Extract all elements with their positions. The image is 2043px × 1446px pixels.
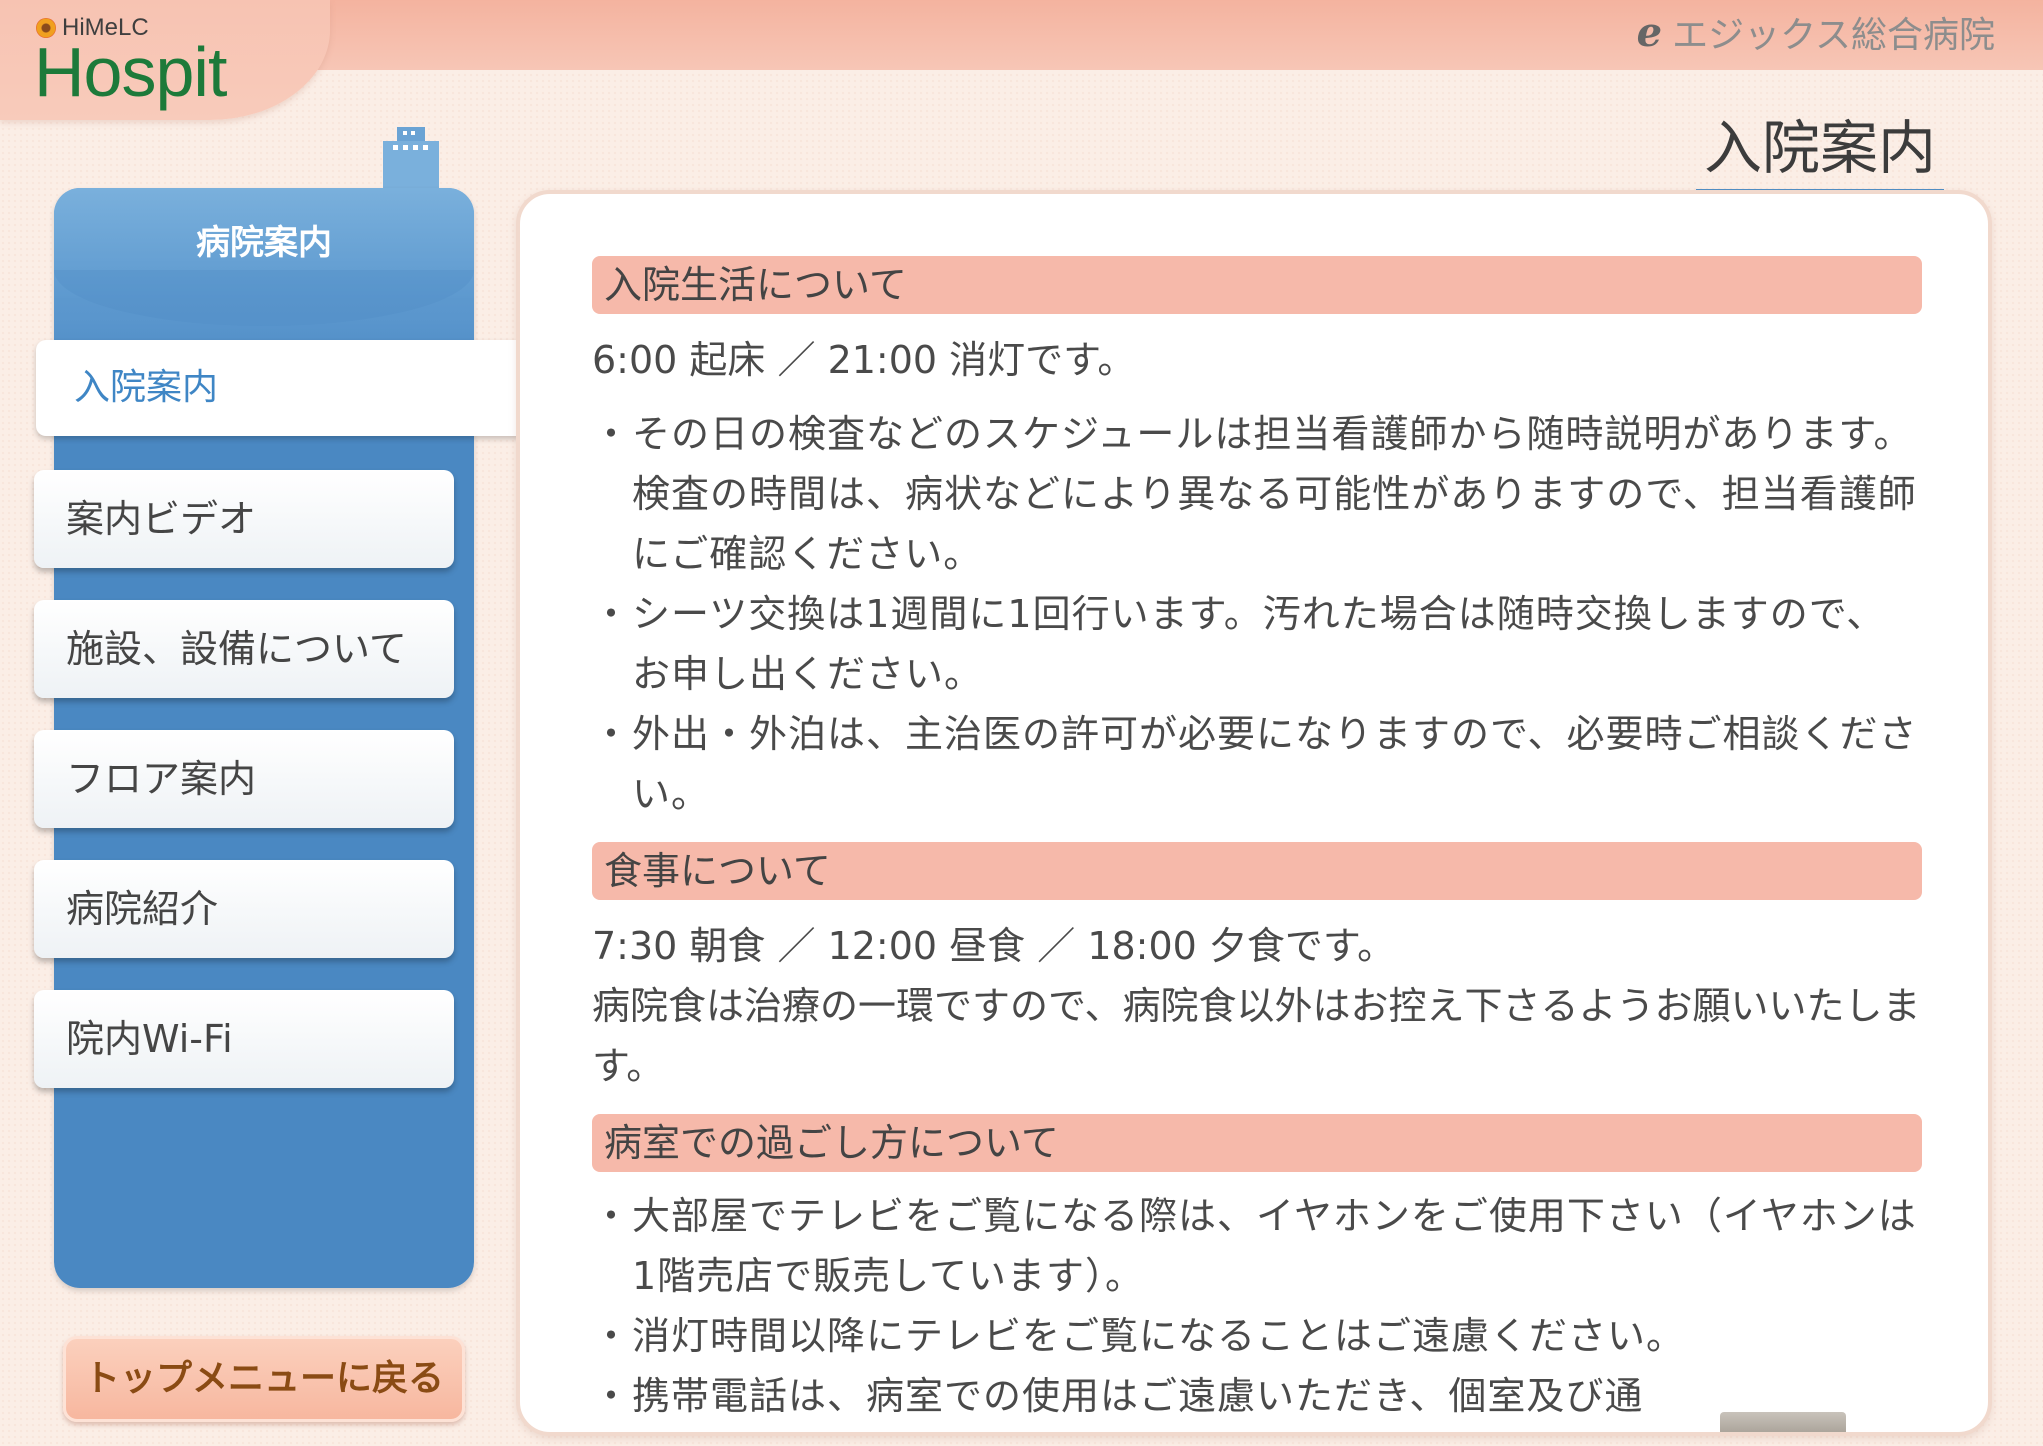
content-panel[interactable]: 入院生活について 6:00 起床 ／ 21:00 消灯です。 その日の検査などの… <box>516 190 1992 1436</box>
sidebar-item-video[interactable]: 案内ビデオ <box>34 470 454 568</box>
sidebar-item-floor[interactable]: フロア案内 <box>34 730 454 828</box>
section-paragraph-meals: 病院食は治療の一環ですので、病院食以外はお控え下さるようお願いいたします。 <box>592 984 1921 1088</box>
sidebar-item-admission[interactable]: 入院案内 <box>36 340 521 436</box>
list-item: シーツ交換は1週間に1回行います。汚れた場合は随時交換しますので、お申し出くださ… <box>592 584 1922 704</box>
list-item: 外出・外泊は、主治医の許可が必要になりますので、必要時ご相談ください。 <box>592 704 1922 824</box>
image-thumbnail <box>1720 1412 1846 1432</box>
sidebar-heading: 病院案内 <box>54 188 474 326</box>
sidebar-item-wifi[interactable]: 院内Wi-Fi <box>34 990 454 1088</box>
page-title: 入院案内 <box>1696 110 1944 196</box>
section-header-meals: 食事について <box>592 842 1922 900</box>
section-header-life: 入院生活について <box>592 256 1922 314</box>
logo-hospit: Hospit <box>34 33 227 111</box>
hospital-name-text: エジックス総合病院 <box>1672 15 1995 56</box>
section-lead-meals: 7:30 朝食 ／ 12:00 昼食 ／ 18:00 夕食です。 <box>592 924 1396 968</box>
section-header-room: 病室での過ごし方について <box>592 1114 1922 1172</box>
logo-tab: HiMeLC Hospit <box>0 0 330 120</box>
building-icon <box>383 127 439 195</box>
sidebar-item-hospital-intro[interactable]: 病院紹介 <box>34 860 454 958</box>
e-logo-icon: e <box>1636 8 1663 56</box>
content-scroll-area: 入院生活について 6:00 起床 ／ 21:00 消灯です。 その日の検査などの… <box>592 256 1922 1426</box>
bullet-list-life: その日の検査などのスケジュールは担当看護師から随時説明があります。検査の時間は、… <box>592 404 1922 824</box>
list-item: 消灯時間以降にテレビをご覧になることはご遠慮ください。 <box>592 1306 1922 1366</box>
bullet-list-room: 大部屋でテレビをご覧になる際は、イヤホンをご使用下さい（イヤホンは1階売店で販売… <box>592 1186 1922 1426</box>
hospital-name: e エジックス総合病院 <box>1637 6 1995 58</box>
list-item: その日の検査などのスケジュールは担当看護師から随時説明があります。検査の時間は、… <box>592 404 1922 584</box>
section-lead-life: 6:00 起床 ／ 21:00 消灯です。 <box>592 338 1136 382</box>
sidebar-item-facilities[interactable]: 施設、設備について <box>34 600 454 698</box>
back-to-top-button[interactable]: トップメニューに戻る <box>63 1336 465 1422</box>
list-item: 大部屋でテレビをご覧になる際は、イヤホンをご使用下さい（イヤホンは1階売店で販売… <box>592 1186 1922 1306</box>
